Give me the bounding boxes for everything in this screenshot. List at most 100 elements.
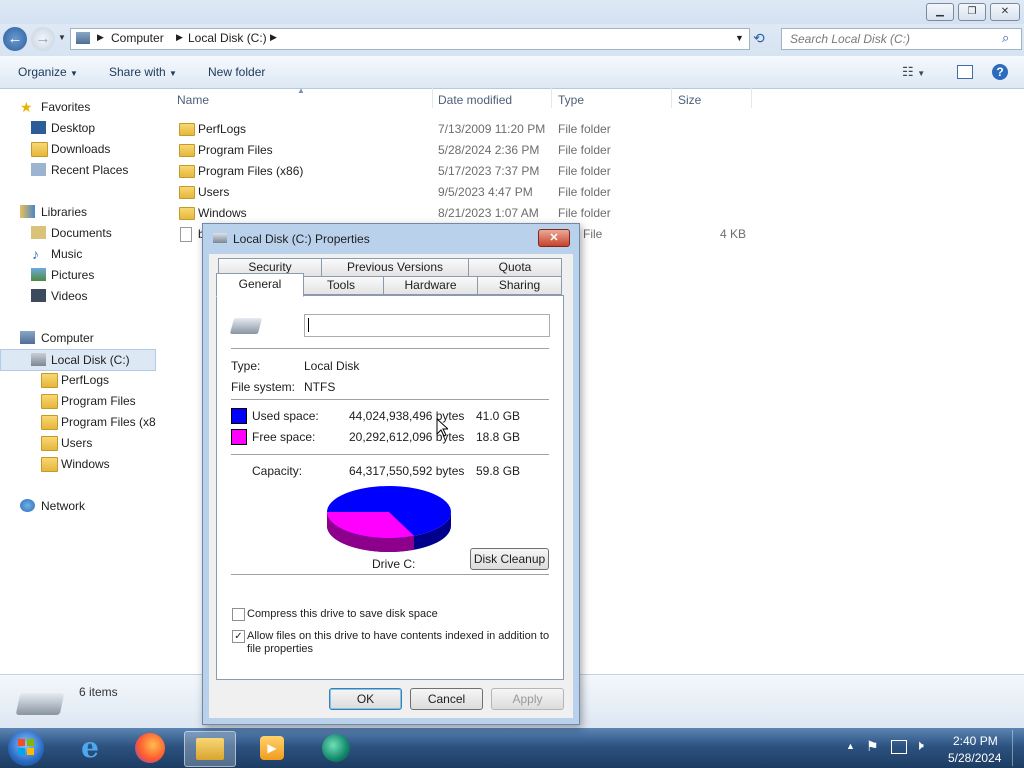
file-row[interactable]: Users 9/5/2023 4:47 PM File folder xyxy=(178,182,748,203)
drive-icon xyxy=(31,353,46,366)
minimize-button[interactable]: ▁ xyxy=(926,3,954,21)
nav-music[interactable]: ♪ Music xyxy=(0,244,156,264)
index-label-line2: file properties xyxy=(247,643,314,655)
breadcrumb-arrow-icon[interactable]: ▶ xyxy=(176,32,183,43)
drive-letter-label: Drive C: xyxy=(372,557,416,571)
tab-general[interactable]: General xyxy=(216,273,304,297)
help-icon[interactable]: ? xyxy=(992,64,1008,80)
volume-label-input[interactable] xyxy=(304,314,550,337)
compress-label: Compress this drive to save disk space xyxy=(247,608,438,620)
column-date-modified[interactable]: Date modified xyxy=(438,93,512,107)
compress-checkbox[interactable] xyxy=(232,608,245,621)
address-bar[interactable]: ▶ Computer ▶ Local Disk (C:) ▶ ▼ xyxy=(70,28,750,50)
show-hidden-icons[interactable]: ▲ xyxy=(846,741,855,751)
text-cursor xyxy=(308,318,309,332)
back-icon[interactable]: ← xyxy=(3,27,27,51)
recent-pages-icon[interactable]: ▼ xyxy=(58,33,66,42)
ok-button[interactable]: OK xyxy=(329,688,402,710)
breadcrumb-arrow-icon[interactable]: ▶ xyxy=(97,32,104,43)
desktop-icon xyxy=(31,121,46,134)
tab-hardware[interactable]: Hardware xyxy=(383,276,478,295)
file-row[interactable]: Windows 8/21/2023 1:07 AM File folder xyxy=(178,203,748,224)
column-name[interactable]: Name xyxy=(177,93,209,107)
nav-documents[interactable]: Documents xyxy=(0,223,156,243)
capacity-gb: 59.8 GB xyxy=(476,464,521,478)
new-folder-button[interactable]: New folder xyxy=(208,65,265,79)
tab-quota[interactable]: Quota xyxy=(468,258,562,277)
tab-tools[interactable]: Tools xyxy=(298,276,384,295)
search-input[interactable]: Search Local Disk (C:) ⌕ xyxy=(781,28,1022,50)
index-label-line1: Allow files on this drive to have conten… xyxy=(247,630,550,642)
breadcrumb-arrow-icon[interactable]: ▶ xyxy=(270,32,277,43)
nav-desktop[interactable]: Desktop xyxy=(0,118,156,138)
app-icon[interactable] xyxy=(312,731,362,765)
file-row[interactable]: Program Files (x86) 5/17/2023 7:37 PM Fi… xyxy=(178,161,748,182)
explorer-taskbar-icon[interactable] xyxy=(184,731,236,767)
column-type[interactable]: Type xyxy=(558,93,584,107)
nav-favorites[interactable]: ★ Favorites xyxy=(0,97,156,117)
nav-perflogs[interactable]: PerfLogs xyxy=(0,370,156,390)
forward-icon[interactable]: → xyxy=(31,27,55,51)
close-window-button[interactable]: ✕ xyxy=(990,3,1020,21)
dialog-title-bar: Local Disk (C:) Properties xyxy=(203,224,579,252)
nav-videos-label: Videos xyxy=(51,289,88,303)
clock-date[interactable]: 5/28/2024 xyxy=(948,751,1001,765)
nav-computer[interactable]: Computer xyxy=(0,328,156,348)
maximize-button[interactable]: ❐ xyxy=(958,3,986,21)
organize-button[interactable]: Organize ▼ xyxy=(18,65,78,79)
nav-users[interactable]: Users xyxy=(0,433,156,453)
index-checkbox[interactable]: ✓ xyxy=(232,630,245,643)
sort-arrow-icon: ▲ xyxy=(297,86,305,95)
volume-muted-icon[interactable]: 🕨 xyxy=(915,737,924,754)
tab-sharing[interactable]: Sharing xyxy=(477,276,562,295)
nav-program-files[interactable]: Program Files xyxy=(0,391,156,411)
music-icon: ♪ xyxy=(32,246,39,262)
folder-icon xyxy=(41,373,58,388)
start-button[interactable] xyxy=(8,730,44,766)
nav-pictures[interactable]: Pictures xyxy=(0,265,156,285)
file-date: 8/21/2023 1:07 AM xyxy=(438,206,539,220)
clock-time[interactable]: 2:40 PM xyxy=(953,734,998,748)
drive-icon xyxy=(213,233,227,243)
nav-local-disk-c[interactable]: Local Disk (C:) xyxy=(0,349,156,371)
column-size[interactable]: Size xyxy=(678,93,701,107)
nav-windows[interactable]: Windows xyxy=(0,454,156,474)
address-dropdown-icon[interactable]: ▼ xyxy=(735,33,744,43)
apply-button[interactable]: Apply xyxy=(491,688,564,710)
search-placeholder: Search Local Disk (C:) xyxy=(790,32,911,46)
nav-perflogs-label: PerfLogs xyxy=(61,373,110,387)
nav-libraries[interactable]: Libraries xyxy=(0,202,156,222)
cancel-button[interactable]: Cancel xyxy=(410,688,483,710)
dialog-close-button[interactable]: ✕ xyxy=(538,229,570,247)
show-desktop-button[interactable] xyxy=(1012,730,1023,766)
internet-explorer-icon[interactable]: e xyxy=(65,731,115,765)
preview-pane-icon[interactable] xyxy=(957,65,973,79)
nav-network[interactable]: Network xyxy=(0,496,156,516)
file-date: 5/28/2024 2:36 PM xyxy=(438,143,540,157)
action-center-flag-icon[interactable]: ⚑ xyxy=(866,738,879,755)
file-row[interactable]: PerfLogs 7/13/2009 11:20 PM File folder xyxy=(178,119,748,140)
folder-icon xyxy=(41,436,58,451)
file-icon xyxy=(180,227,192,242)
tab-previous-versions[interactable]: Previous Versions xyxy=(321,258,469,277)
firefox-icon[interactable] xyxy=(125,731,175,765)
breadcrumb-computer[interactable]: Computer xyxy=(111,31,164,45)
file-row[interactable]: Program Files 5/28/2024 2:36 PM File fol… xyxy=(178,140,748,161)
nav-pictures-label: Pictures xyxy=(51,268,95,282)
nav-downloads[interactable]: Downloads xyxy=(0,139,156,159)
nav-recent-places[interactable]: Recent Places xyxy=(0,160,156,180)
nav-videos[interactable]: Videos xyxy=(0,286,156,306)
disk-usage-pie xyxy=(327,486,451,552)
nav-favorites-label: Favorites xyxy=(41,100,91,114)
media-player-icon[interactable]: ▶ xyxy=(248,731,298,765)
breadcrumb-drive[interactable]: Local Disk (C:) xyxy=(188,31,267,45)
network-status-icon[interactable] xyxy=(891,740,907,754)
nav-program-files-x86[interactable]: Program Files (x86 xyxy=(0,412,156,432)
refresh-icon[interactable]: ⟲ xyxy=(753,30,765,47)
explorer-title-bar xyxy=(0,0,1024,24)
documents-icon xyxy=(31,226,46,239)
disk-cleanup-button[interactable]: Disk Cleanup xyxy=(470,548,549,570)
share-with-button[interactable]: Share with ▼ xyxy=(109,65,177,79)
search-icon[interactable]: ⌕ xyxy=(1002,30,1009,46)
view-options-icon[interactable]: ☷ ▼ xyxy=(902,64,925,80)
